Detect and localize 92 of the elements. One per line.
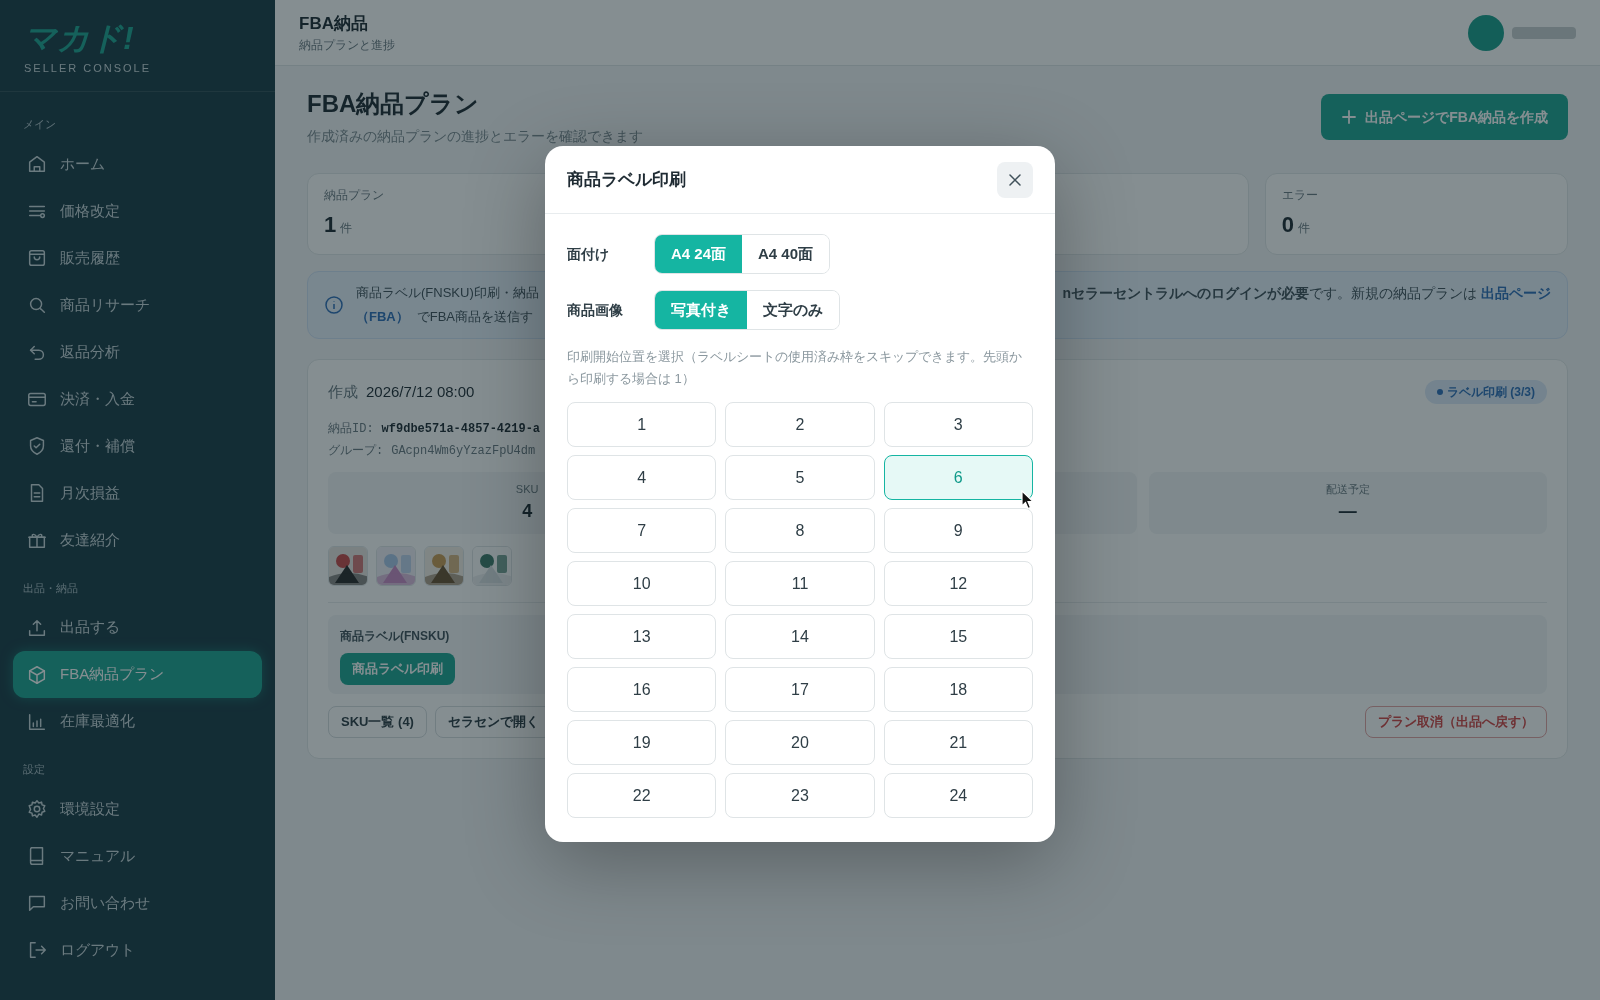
sidebar-item[interactable]: 販売履歴	[13, 234, 262, 282]
sidebar-item[interactable]: ログアウト	[13, 926, 262, 974]
segment-option[interactable]: A4 24面	[655, 235, 743, 273]
position-button[interactable]: 8	[725, 508, 875, 553]
sidebar-item[interactable]: ホーム	[13, 140, 262, 188]
dot-icon	[1437, 389, 1443, 395]
sidebar-item[interactable]: 返品分析	[13, 328, 262, 376]
position-button[interactable]: 16	[567, 667, 717, 712]
cancel-plan-button[interactable]: プラン取消（出品へ戻す）	[1365, 706, 1547, 738]
position-button[interactable]: 6	[883, 455, 1033, 500]
cube-icon	[26, 663, 48, 686]
mouse-cursor-icon	[1021, 490, 1035, 510]
sidebar-item[interactable]: FBA納品プラン	[13, 651, 262, 698]
position-button[interactable]: 5	[725, 455, 875, 500]
status-badge: ラベル印刷 (3/3)	[1425, 380, 1547, 404]
position-button[interactable]: 3	[883, 402, 1033, 447]
link[interactable]: 出品ページ	[1481, 283, 1551, 304]
metric-label: SKU	[515, 482, 539, 498]
sidebar-item[interactable]: 商品リサーチ	[13, 281, 262, 329]
page-title: FBA納品プラン	[307, 89, 480, 119]
sidebar-item[interactable]: 在庫最適化	[13, 698, 262, 745]
option-label: 面付け	[567, 244, 610, 264]
section-label: 設定	[22, 762, 46, 777]
stat-unit: 件	[340, 220, 353, 237]
position-button[interactable]: 4	[567, 455, 717, 500]
section-title: 商品ラベル(FNSKU)	[340, 628, 450, 645]
sidebar-item[interactable]: マニュアル	[13, 832, 262, 880]
dialog-title: 商品ラベル印刷	[567, 168, 686, 191]
gear-icon	[26, 798, 48, 820]
position-button[interactable]: 12	[883, 561, 1033, 606]
segment-option[interactable]: 写真付き	[655, 291, 747, 329]
position-button[interactable]: 10	[567, 561, 717, 606]
metric-value: —	[1338, 499, 1357, 523]
id-label: グループ:	[328, 443, 384, 460]
stat-value: 1	[324, 211, 337, 239]
bag-icon	[26, 247, 48, 269]
position-button[interactable]: 17	[725, 667, 875, 712]
position-button[interactable]: 1	[567, 402, 717, 447]
create-button[interactable]: 出品ページでFBA納品を作成	[1321, 94, 1568, 140]
print-labels-button[interactable]: 商品ラベル印刷	[340, 653, 455, 685]
blurred-name	[1512, 26, 1576, 39]
created-label: 作成	[328, 381, 358, 402]
close-button[interactable]	[997, 161, 1033, 198]
info-text: でFBA商品を送信す	[416, 308, 533, 326]
stat-value: 0	[1281, 211, 1294, 239]
action-button[interactable]: SKU一覧 (4)	[328, 706, 427, 738]
position-button[interactable]: 23	[725, 773, 875, 818]
position-button[interactable]: 20	[725, 720, 875, 765]
info-text: nセラーセントラルへのログインが必要です。新規の納品プランは	[1062, 284, 1477, 303]
link[interactable]: （FBA）	[356, 305, 409, 329]
position-button[interactable]: 18	[883, 667, 1033, 712]
position-button[interactable]: 15	[883, 614, 1033, 659]
option-label: 商品画像	[567, 300, 624, 320]
plus-icon	[1341, 109, 1358, 125]
metric-value: 4	[522, 499, 533, 523]
stat-label: 納品プラン	[324, 187, 384, 204]
header-title: FBA納品	[299, 12, 368, 35]
metric-label: 配送予定	[1325, 482, 1370, 498]
logo-subtitle: SELLER CONSOLE	[24, 61, 152, 76]
sidebar-item[interactable]: 環境設定	[13, 785, 262, 833]
home-icon	[26, 153, 48, 175]
position-button[interactable]: 24	[883, 773, 1033, 818]
sidebar-item[interactable]: 決済・入金	[13, 375, 262, 423]
position-button[interactable]: 2	[725, 402, 875, 447]
sidebar-item[interactable]: 出品する	[13, 604, 262, 651]
hint-text: 印刷開始位置を選択（ラベルシートの使用済み枠をスキップできます。先頭から印刷する場合は 1）	[567, 348, 1023, 388]
position-button[interactable]: 13	[567, 614, 717, 659]
stat-unit: 件	[1298, 220, 1310, 237]
position-button[interactable]: 22	[567, 773, 717, 818]
id-label: 納品ID:	[328, 421, 374, 438]
sidebar-item[interactable]: 友達紹介	[13, 516, 262, 564]
section-label: メイン	[22, 117, 57, 132]
sidebar-item[interactable]: 価格改定	[13, 187, 262, 235]
sidebar-item[interactable]: お問い合わせ	[13, 879, 262, 927]
info-icon	[324, 295, 344, 315]
position-button[interactable]: 21	[883, 720, 1033, 765]
avatar[interactable]	[1468, 14, 1504, 51]
close-icon	[1007, 171, 1023, 188]
stat-label: エラー	[1281, 187, 1318, 204]
sidebar-item[interactable]: 還付・補償	[13, 422, 262, 470]
sidebar-item[interactable]: 月次損益	[13, 469, 262, 517]
position-button[interactable]: 9	[883, 508, 1033, 553]
info-text: 商品ラベル(FNSKU)印刷・納品	[356, 284, 539, 302]
created-date: 2026/7/12 08:00	[366, 381, 475, 402]
header-subtitle: 納品プランと進捗	[299, 37, 395, 55]
position-button[interactable]: 11	[725, 561, 875, 606]
position-button[interactable]: 7	[567, 508, 717, 553]
id-value: wf9dbe571a-4857-4219-a	[381, 421, 541, 438]
id-value: GAcpn4Wm6yYzazFpU4dm	[391, 443, 536, 460]
section-label: 出品・納品	[22, 580, 79, 596]
position-button[interactable]: 19	[567, 720, 717, 765]
position-button[interactable]: 14	[725, 614, 875, 659]
